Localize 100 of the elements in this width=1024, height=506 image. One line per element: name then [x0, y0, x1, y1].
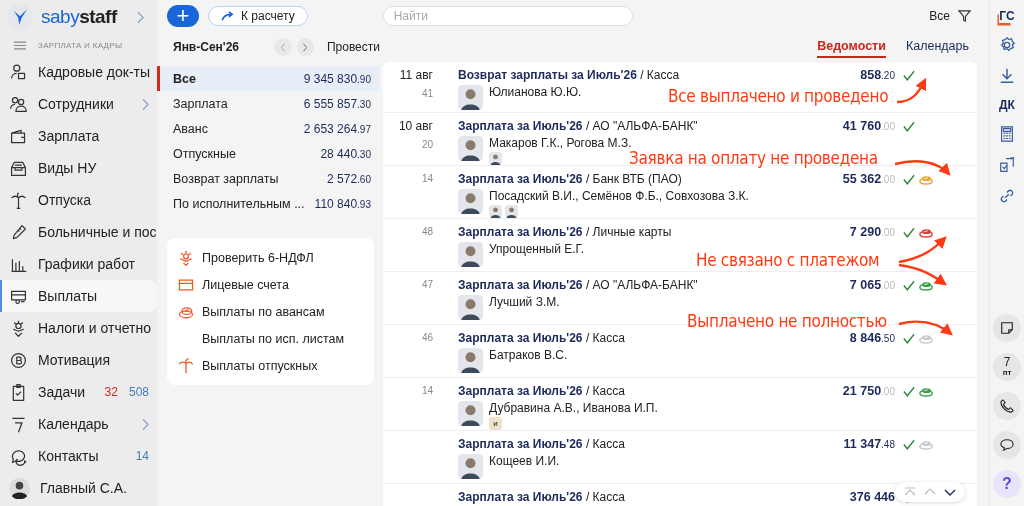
- nav-item[interactable]: Выплаты: [0, 280, 157, 312]
- amount-text: 21 750.00: [842, 384, 895, 398]
- search-field[interactable]: Найти: [382, 6, 633, 26]
- link[interactable]: Выплаты по исп. листам: [177, 325, 364, 352]
- avatar: [458, 348, 483, 373]
- employee-names: Дубравина А.В., Иванова И.П.: [489, 401, 658, 415]
- chevron-left-icon: [279, 42, 286, 52]
- chat-button[interactable]: [993, 431, 1021, 459]
- count-text: 48: [421, 225, 433, 239]
- nav-item[interactable]: Отпуска: [0, 184, 157, 216]
- add-button[interactable]: +: [167, 5, 199, 27]
- annotation-text: Не связано с платежом: [696, 250, 880, 270]
- avatar: [458, 242, 483, 267]
- logo[interactable]: sabystaff: [41, 6, 117, 28]
- nav-item[interactable]: Налоги и отчетно: [0, 312, 157, 344]
- statement-title[interactable]: Зарплата за Июль'26 / Банк ВТБ (ПАО): [458, 172, 843, 186]
- nav-item[interactable]: Зарплата: [0, 120, 157, 152]
- link[interactable]: Проверить 6-НДФЛ: [177, 244, 364, 271]
- avatar: [458, 401, 483, 426]
- amount-text: 11 347.48: [843, 437, 895, 451]
- logo-icon: [7, 4, 33, 30]
- statement-title[interactable]: Зарплата за Июль'26 / Личные карты: [458, 225, 850, 239]
- person-document-icon: [9, 62, 28, 82]
- annotation-arrow: [898, 320, 953, 336]
- nav-item[interactable]: Виды НУ: [0, 152, 157, 184]
- statement-title[interactable]: Возврат зарплаты за Июль'26 / Касса: [458, 68, 861, 82]
- statement-title[interactable]: Зарплата за Июль'26 / Касса: [458, 384, 843, 398]
- help-button[interactable]: ?: [993, 470, 1021, 498]
- nav-item[interactable]: Мотивация: [0, 344, 157, 376]
- statement-title[interactable]: Зарплата за Июль'26 / Касса: [458, 490, 850, 504]
- category-item[interactable]: По исполнительным ... 110 840.93: [157, 191, 380, 216]
- settings-icon[interactable]: [998, 36, 1016, 54]
- amount-text: 7 290.00: [849, 225, 895, 239]
- filter-icon: [958, 9, 971, 23]
- ledger-label[interactable]: ДК: [999, 98, 1015, 112]
- nav-item[interactable]: Контакты 14: [0, 440, 157, 472]
- annotation-arrow: [898, 263, 947, 286]
- nav-item[interactable]: Календарь: [0, 408, 157, 440]
- calculator-icon[interactable]: [998, 125, 1016, 143]
- nav-item[interactable]: Сотрудники: [0, 88, 157, 120]
- link[interactable]: Лицевые счета: [177, 271, 364, 298]
- note-button[interactable]: [993, 314, 1021, 342]
- count-text: 47: [421, 278, 433, 292]
- category-item[interactable]: Отпускные 28 440.30: [157, 141, 380, 166]
- nav-item[interactable]: Кадровые док-ты: [0, 56, 157, 88]
- chevron-right-icon: [302, 42, 309, 52]
- nav-item[interactable]: Графики работ: [0, 248, 157, 280]
- tab[interactable]: Календарь: [905, 36, 969, 58]
- checklist-icon[interactable]: [998, 156, 1016, 174]
- chat-icon: [1000, 438, 1014, 452]
- amount-text: 8 846.50: [849, 331, 895, 345]
- avatar: [458, 189, 483, 214]
- calculate-button[interactable]: К расчету: [208, 6, 308, 26]
- count-label: 508: [128, 385, 149, 399]
- period-label[interactable]: Янв-Сен'26: [173, 40, 270, 54]
- phone-icon: [1000, 399, 1014, 413]
- amount-text: 7 065.00: [849, 278, 895, 292]
- calendar-button[interactable]: 7 пт: [993, 353, 1021, 381]
- annotation-text: Все выплачено и проведено: [668, 86, 889, 106]
- avatar: [458, 85, 483, 110]
- count-text: 14: [421, 172, 433, 186]
- user-item[interactable]: Главный С.А.: [0, 472, 157, 504]
- download-icon[interactable]: [998, 67, 1016, 85]
- amount-text: 55 362.00: [842, 172, 895, 186]
- note-icon: [1000, 321, 1014, 335]
- statement-title[interactable]: Зарплата за Июль'26 / Касса: [458, 437, 844, 451]
- category-item[interactable]: Аванс 2 653 264.97: [157, 116, 380, 141]
- category-item[interactable]: Возврат зарплаты 2 572.60: [157, 166, 380, 191]
- avatar: [458, 454, 483, 479]
- annotation-text: Выплачено не полностью: [687, 311, 887, 331]
- link[interactable]: Выплаты отпускных: [177, 352, 364, 379]
- scroll-down-icon[interactable]: [943, 487, 957, 497]
- filter-button[interactable]: Все: [929, 9, 971, 23]
- post-button[interactable]: Провести: [326, 40, 380, 54]
- arrow-icon: [221, 11, 235, 21]
- people-icon: [9, 94, 28, 114]
- phone-button[interactable]: [993, 392, 1021, 420]
- statement-title[interactable]: Зарплата за Июль'26 / Касса: [458, 331, 850, 345]
- nav-item[interactable]: Больничные и пос: [0, 216, 157, 248]
- employee-names: Юлианова Ю.Ю.: [489, 85, 582, 99]
- link[interactable]: Выплаты по авансам: [177, 298, 364, 325]
- date-text: 10 авг: [398, 118, 433, 135]
- avatar: [458, 136, 483, 161]
- date-text: 11 авг: [399, 67, 433, 84]
- nav-item[interactable]: Задачи 32 508: [0, 376, 157, 408]
- category-item[interactable]: Все 9 345 830.90: [157, 66, 380, 91]
- employee-names: Упрощенный Е.Г.: [489, 242, 584, 256]
- employee-names: Кощеев И.И.: [489, 454, 560, 468]
- user-initials[interactable]: ГС: [999, 9, 1015, 23]
- menu-icon[interactable]: [14, 40, 26, 50]
- statement-title[interactable]: Зарплата за Июль'26 / АО "АЛЬФА-БАНК": [458, 119, 843, 133]
- annotation-arrow: [898, 236, 947, 264]
- amount-text: 858.20: [860, 68, 895, 82]
- tab[interactable]: Ведомости: [817, 36, 886, 58]
- count-label: 14: [135, 449, 149, 463]
- badge-icon: [177, 248, 195, 267]
- section-title: ЗАРПЛАТА И КАДРЫ: [38, 40, 123, 50]
- statement-title[interactable]: Зарплата за Июль'26 / АО "АЛЬФА-БАНК": [458, 278, 850, 292]
- link-icon[interactable]: [998, 187, 1016, 205]
- category-item[interactable]: Зарплата 6 555 857.30: [157, 91, 380, 116]
